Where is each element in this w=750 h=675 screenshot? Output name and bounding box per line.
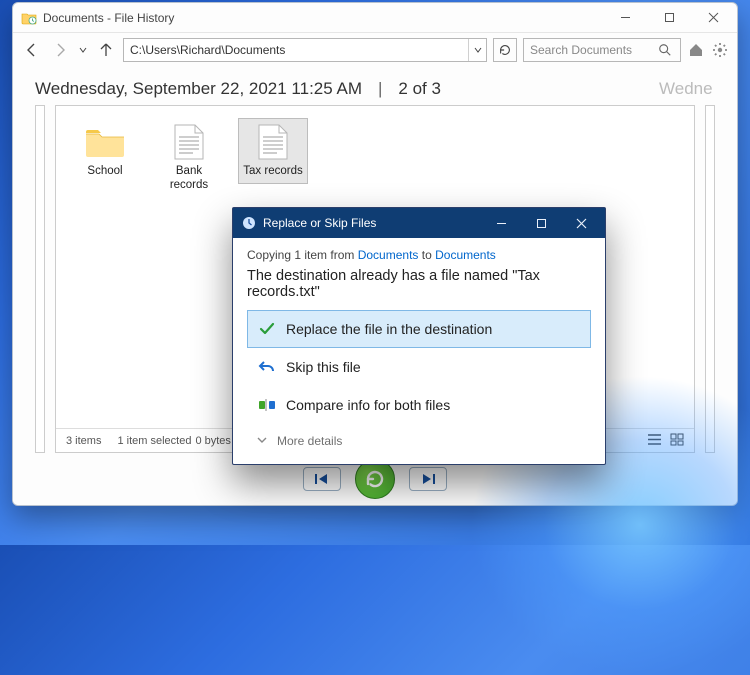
- undo-icon: [258, 358, 276, 376]
- folder-icon: [83, 123, 127, 161]
- dialog-maximize-button[interactable]: [521, 210, 561, 236]
- forward-button[interactable]: [49, 39, 71, 61]
- option-label: Replace the file in the destination: [286, 321, 492, 337]
- option-replace[interactable]: Replace the file in the destination: [247, 310, 591, 348]
- back-button[interactable]: [21, 39, 43, 61]
- next-version-button[interactable]: [409, 467, 447, 491]
- address-bar[interactable]: C:\Users\Richard\Documents: [123, 38, 487, 62]
- folder-item-school[interactable]: School: [70, 118, 140, 184]
- timeline-next-preview: Wedne: [659, 79, 715, 99]
- source-link[interactable]: Documents: [358, 248, 419, 262]
- option-skip[interactable]: Skip this file: [247, 348, 591, 386]
- search-box[interactable]: Search Documents: [523, 38, 681, 62]
- file-label: Tax records: [243, 165, 302, 179]
- timeline-sep: |: [378, 79, 382, 99]
- up-button[interactable]: [95, 39, 117, 61]
- timeline-header: Wednesday, September 22, 2021 11:25 AM |…: [13, 67, 737, 105]
- restore-button[interactable]: [355, 459, 395, 499]
- prev-version-pane[interactable]: [35, 105, 45, 453]
- status-items: 3 items: [66, 435, 101, 447]
- close-button[interactable]: [691, 4, 735, 32]
- text-file-icon: [167, 123, 211, 161]
- search-placeholder: Search Documents: [530, 43, 632, 57]
- file-item-tax-records[interactable]: Tax records: [238, 118, 308, 184]
- list-view-icon[interactable]: [647, 433, 662, 449]
- dialog-minimize-button[interactable]: [481, 210, 521, 236]
- replace-skip-dialog: Replace or Skip Files Copying 1 item fro…: [232, 207, 606, 465]
- dialog-caption: Copying 1 item from Documents to Documen…: [247, 248, 591, 262]
- refresh-button[interactable]: [493, 38, 517, 62]
- file-item-bank-records[interactable]: Bank records: [154, 118, 224, 198]
- grid-view-icon[interactable]: [670, 433, 684, 449]
- option-label: Skip this file: [286, 359, 361, 375]
- address-input[interactable]: C:\Users\Richard\Documents: [124, 43, 468, 57]
- dialog-title: Replace or Skip Files: [263, 216, 376, 230]
- status-size: 0 bytes: [195, 435, 230, 447]
- more-details-label: More details: [277, 434, 342, 448]
- dialog-message: The destination already has a file named…: [247, 268, 591, 300]
- dialog-body: Copying 1 item from Documents to Documen…: [233, 238, 605, 464]
- prev-version-button[interactable]: [303, 467, 341, 491]
- destination-link[interactable]: Documents: [435, 248, 496, 262]
- address-dropdown[interactable]: [468, 39, 486, 61]
- maximize-button[interactable]: [647, 4, 691, 32]
- next-version-pane[interactable]: [705, 105, 715, 453]
- status-selected: 1 item selected: [117, 435, 191, 447]
- dialog-close-button[interactable]: [561, 210, 601, 236]
- timeline-counter: 2 of 3: [398, 79, 441, 99]
- file-label: School: [87, 165, 122, 179]
- more-details-toggle[interactable]: More details: [247, 424, 591, 452]
- recent-dropdown[interactable]: [77, 39, 89, 61]
- option-label: Compare info for both files: [286, 397, 450, 413]
- window-controls: [603, 4, 735, 32]
- minimize-button[interactable]: [603, 4, 647, 32]
- home-icon[interactable]: [687, 41, 705, 59]
- option-compare[interactable]: Compare info for both files: [247, 386, 591, 424]
- dialog-titlebar: Replace or Skip Files: [233, 208, 605, 238]
- timeline-date: Wednesday, September 22, 2021 11:25 AM: [35, 79, 362, 99]
- toolbar: C:\Users\Richard\Documents Search Docume…: [13, 33, 737, 67]
- file-label: Bank records: [157, 165, 221, 193]
- gear-icon[interactable]: [711, 41, 729, 59]
- copy-progress-icon: [241, 215, 257, 231]
- compare-icon: [258, 396, 276, 414]
- chevron-down-icon: [257, 434, 267, 448]
- check-icon: [258, 320, 276, 338]
- folder-history-icon: [21, 10, 37, 26]
- search-icon: [656, 41, 674, 59]
- window-title: Documents - File History: [43, 11, 174, 25]
- text-file-icon: [251, 123, 295, 161]
- titlebar: Documents - File History: [13, 3, 737, 33]
